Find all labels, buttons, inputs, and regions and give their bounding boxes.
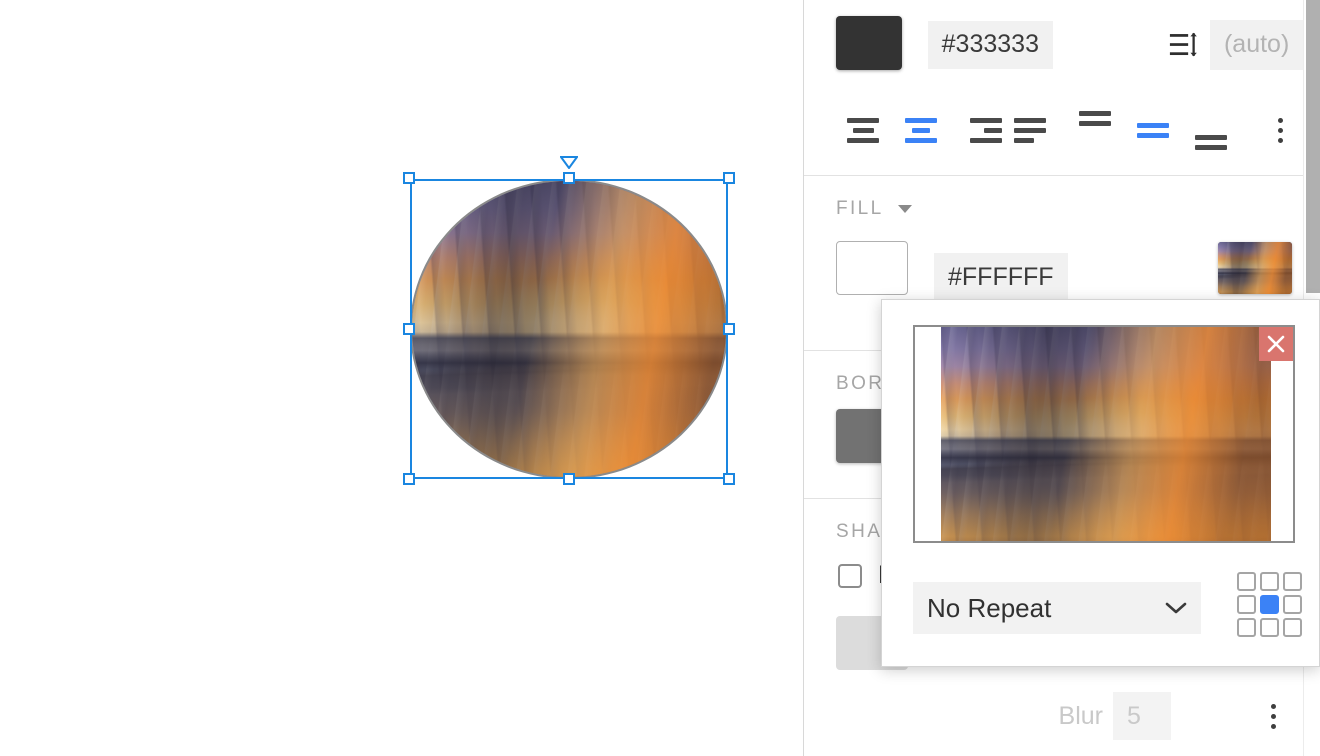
resize-handle-ne[interactable] xyxy=(723,172,735,184)
line-height-icon xyxy=(1169,28,1200,62)
position-cell-bottom-center[interactable] xyxy=(1260,618,1279,637)
shadow-overflow-menu-icon[interactable] xyxy=(1261,701,1285,731)
resize-handle-s[interactable] xyxy=(563,473,575,485)
position-cell-top-center[interactable] xyxy=(1260,572,1279,591)
alignment-toolbar xyxy=(804,100,1320,160)
background-position-grid[interactable] xyxy=(1237,572,1302,637)
position-cell-middle-center[interactable] xyxy=(1260,595,1279,614)
shadow-blur-input[interactable]: 5 xyxy=(1113,692,1171,740)
align-right-button[interactable] xyxy=(956,108,1002,152)
resize-handle-e[interactable] xyxy=(723,323,735,335)
resize-handle-se[interactable] xyxy=(723,473,735,485)
design-canvas[interactable] xyxy=(0,0,803,756)
fill-image-preview-image xyxy=(941,327,1271,543)
align-left-button[interactable] xyxy=(840,108,886,152)
selected-shape-group[interactable] xyxy=(410,179,728,479)
text-color-swatch[interactable] xyxy=(836,16,902,70)
fill-image-preview[interactable] xyxy=(913,325,1295,543)
position-cell-top-right[interactable] xyxy=(1283,572,1302,591)
position-cell-middle-left[interactable] xyxy=(1237,595,1256,614)
align-center-button[interactable] xyxy=(898,108,944,152)
resize-handle-w[interactable] xyxy=(403,323,415,335)
shadow-blur-row: Blur 5 xyxy=(804,692,1320,740)
shape-image-fill xyxy=(410,179,728,479)
shadow-enable-checkbox[interactable] xyxy=(838,564,862,588)
resize-handle-n[interactable] xyxy=(563,172,575,184)
fill-color-hex-input[interactable]: #FFFFFF xyxy=(934,253,1068,301)
position-cell-middle-right[interactable] xyxy=(1283,595,1302,614)
panel-scrollbar-thumb[interactable] xyxy=(1306,0,1320,293)
align-justify-button[interactable] xyxy=(1014,108,1060,152)
vertical-align-bottom-button[interactable] xyxy=(1188,108,1234,152)
vertical-align-top-button[interactable] xyxy=(1072,108,1118,152)
fill-image-thumbnail[interactable] xyxy=(1218,242,1292,294)
background-repeat-select[interactable]: No Repeat xyxy=(913,582,1201,634)
resize-handle-nw[interactable] xyxy=(403,172,415,184)
position-cell-bottom-left[interactable] xyxy=(1237,618,1256,637)
resize-handle-sw[interactable] xyxy=(403,473,415,485)
close-icon[interactable] xyxy=(1259,327,1293,361)
app-root: #333333 (auto) xyxy=(0,0,1320,756)
position-cell-top-left[interactable] xyxy=(1237,572,1256,591)
position-cell-bottom-right[interactable] xyxy=(1283,618,1302,637)
text-color-hex-input[interactable]: #333333 xyxy=(928,21,1053,69)
shadow-blur-label: Blur xyxy=(1059,702,1103,731)
text-overflow-menu-icon[interactable] xyxy=(1268,115,1292,145)
fill-section-label: FILL xyxy=(836,176,884,220)
ellipse-shape[interactable] xyxy=(410,179,728,479)
fill-collapse-chevron-down-icon[interactable] xyxy=(898,205,912,213)
rotate-handle[interactable] xyxy=(560,156,578,169)
fill-color-swatch[interactable] xyxy=(836,241,908,295)
fill-thumbnail-image xyxy=(1218,242,1292,294)
background-repeat-value: No Repeat xyxy=(927,593,1051,624)
image-fill-popup: No Repeat xyxy=(881,299,1320,667)
chevron-down-icon xyxy=(1165,601,1187,615)
vertical-align-middle-button[interactable] xyxy=(1130,108,1176,152)
text-properties-section: #333333 (auto) xyxy=(804,0,1320,176)
